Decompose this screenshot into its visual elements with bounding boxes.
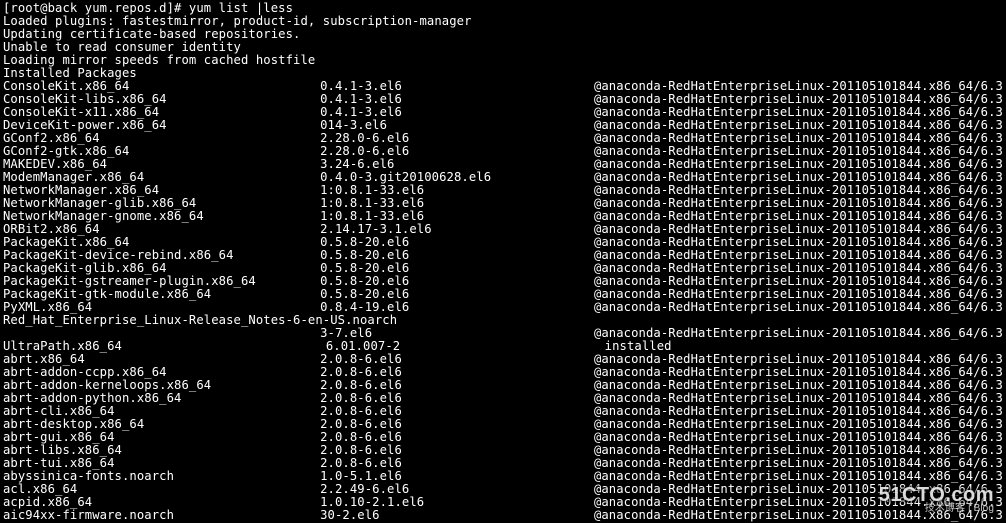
terminal-window[interactable]: [root@back yum.repos.d]# yum list |less … (0, 0, 1006, 523)
package-version: 30-2.el6 (320, 509, 594, 522)
yum-header: Loaded plugins: fastestmirror, product-i… (3, 15, 1003, 80)
package-name: aic94xx-firmware.noarch (3, 509, 320, 522)
package-list: ConsoleKit.x86_640.4.1-3.el6@anaconda-Re… (3, 80, 1003, 522)
package-repo: @anaconda-RedHatEnterpriseLinux-20110510… (594, 509, 1003, 522)
package-row: aic94xx-firmware.noarch30-2.el6@anaconda… (3, 509, 1003, 522)
package-name: Red_Hat_Enterprise_Linux-Release_Notes-6… (3, 314, 326, 327)
package-row: 3-7.el6@anaconda-RedHatEnterpriseLinux-2… (3, 327, 1003, 340)
yum-header-line: Loading mirror speeds from cached hostfi… (3, 54, 1003, 67)
package-repo: @anaconda-RedHatEnterpriseLinux-20110510… (594, 301, 1003, 314)
